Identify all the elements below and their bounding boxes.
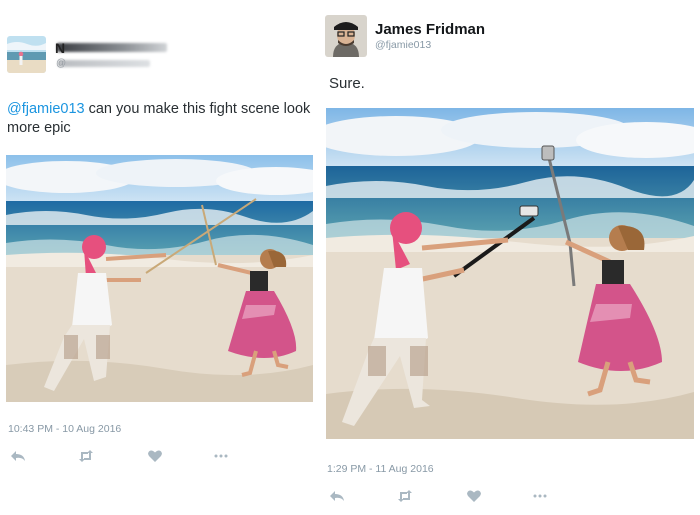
tweet-timestamp[interactable]: 1:29 PM - 11 Aug 2016 bbox=[327, 463, 434, 475]
tweet-photo[interactable] bbox=[6, 155, 313, 402]
tweet-text: @fjamie013 can you make this fight scene… bbox=[7, 100, 325, 138]
like-icon[interactable] bbox=[146, 447, 164, 465]
tweet-photo[interactable] bbox=[326, 108, 694, 439]
more-icon[interactable] bbox=[212, 447, 230, 465]
author-name[interactable]: James Fridman bbox=[375, 21, 485, 38]
retweet-icon[interactable] bbox=[396, 487, 414, 505]
retweet-icon[interactable] bbox=[77, 447, 95, 465]
tweet-actions bbox=[328, 487, 558, 505]
james-fridman-avatar[interactable] bbox=[325, 15, 367, 57]
redacted-author-handle bbox=[58, 60, 150, 67]
beach-fight-photo bbox=[6, 155, 313, 402]
epic-selfie-stick-fight-photo bbox=[326, 108, 694, 439]
reply-icon[interactable] bbox=[328, 487, 346, 505]
tweet-text: Sure. bbox=[329, 75, 365, 92]
redacted-author-name bbox=[57, 43, 167, 52]
author-handle[interactable]: @fjamie013 bbox=[375, 39, 431, 51]
mention-link[interactable]: @fjamie013 bbox=[7, 101, 85, 117]
tweet-actions bbox=[9, 447, 239, 465]
reply-icon[interactable] bbox=[9, 447, 27, 465]
author-name-initial: N bbox=[55, 40, 66, 56]
left-avatar[interactable] bbox=[7, 36, 46, 73]
tweet-timestamp[interactable]: 10:43 PM - 10 Aug 2016 bbox=[8, 423, 121, 435]
like-icon[interactable] bbox=[465, 487, 483, 505]
author-handle-prefix: @ bbox=[56, 58, 67, 69]
more-icon[interactable] bbox=[531, 487, 549, 505]
